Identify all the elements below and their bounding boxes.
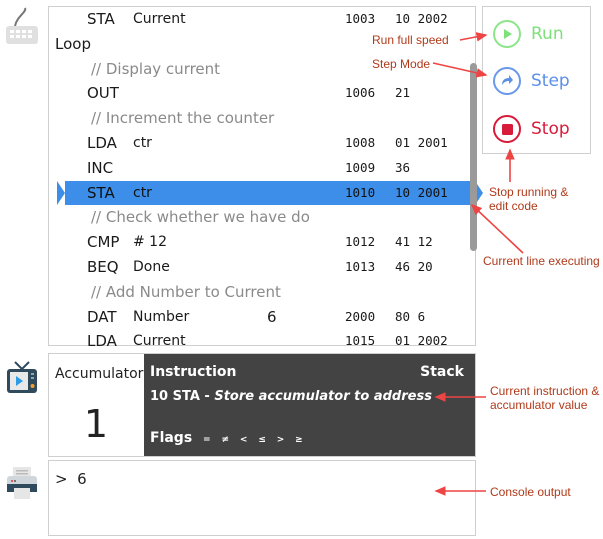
annotation-arrows: [432, 32, 524, 496]
arrow-step: [432, 62, 488, 78]
arrow-run: [459, 32, 488, 42]
arrow-current-line: [470, 203, 524, 254]
